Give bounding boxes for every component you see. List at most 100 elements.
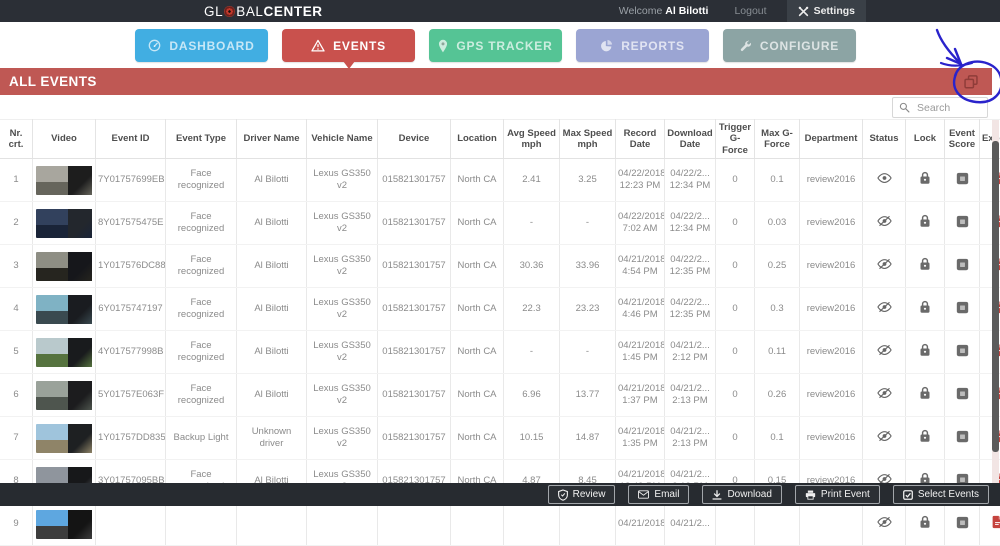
record-date-cell: 04/21/2018 4:54 PM <box>616 245 665 288</box>
max-speed-cell: 33.96 <box>560 245 616 288</box>
eye-off-icon[interactable] <box>877 387 892 399</box>
eye-icon[interactable] <box>877 172 892 184</box>
record-date-cell: 04/21/2018 4:46 PM <box>616 288 665 331</box>
table-row: 4 6Y0175747197Face recognizedAl BilottiL… <box>0 288 1000 331</box>
score-cell <box>945 331 980 374</box>
email-button[interactable]: Email <box>628 485 689 504</box>
status-cell <box>863 331 906 374</box>
device-cell: 015821301757 <box>378 374 451 417</box>
lock-icon[interactable] <box>919 515 931 529</box>
max-speed-cell: - <box>560 202 616 245</box>
search-box[interactable] <box>892 97 988 118</box>
lock-cell <box>906 245 945 288</box>
lock-icon[interactable] <box>919 257 931 271</box>
video-thumbnail[interactable] <box>36 338 93 367</box>
driver-cell: Al Bilotti <box>237 374 307 417</box>
tab-reports[interactable]: REPORTS <box>576 29 709 62</box>
print-event-button[interactable]: Print Event <box>795 485 880 504</box>
copy-export-icon[interactable] <box>964 75 978 89</box>
eye-off-icon[interactable] <box>877 430 892 442</box>
tab-events[interactable]: EVENTS <box>282 29 415 62</box>
driver-cell: Al Bilotti <box>237 202 307 245</box>
tab-dashboard[interactable]: DASHBOARD <box>135 29 268 62</box>
event-type-cell <box>166 503 237 546</box>
video-thumbnail[interactable] <box>36 252 93 281</box>
lock-icon[interactable] <box>919 429 931 443</box>
column-header: Event Score <box>945 120 980 159</box>
vehicle-cell: Lexus GS350 v2 <box>307 417 378 460</box>
event-id-cell: 8Y017575475E <box>96 202 166 245</box>
review-button[interactable]: Review <box>548 485 616 504</box>
vehicle-cell <box>307 503 378 546</box>
lock-cell <box>906 202 945 245</box>
eye-off-icon[interactable] <box>877 344 892 356</box>
max-speed-cell: 3.25 <box>560 159 616 202</box>
video-cell <box>33 202 96 245</box>
event-score-icon[interactable] <box>956 215 969 228</box>
vehicle-cell: Lexus GS350 v2 <box>307 288 378 331</box>
export-cell <box>980 503 1000 546</box>
tab-configure[interactable]: CONFIGURE <box>723 29 856 62</box>
eye-off-icon[interactable] <box>877 215 892 227</box>
lock-icon[interactable] <box>919 214 931 228</box>
video-thumbnail[interactable] <box>36 510 93 539</box>
dashcam-interior-frame <box>68 166 93 195</box>
eye-off-icon[interactable] <box>877 258 892 270</box>
event-score-icon[interactable] <box>956 387 969 400</box>
location-cell: North CA <box>451 417 504 460</box>
driver-cell: Al Bilotti <box>237 245 307 288</box>
table-row: 1 7Y01757699EBFace recognizedAl BilottiL… <box>0 159 1000 202</box>
event-id-cell <box>96 503 166 546</box>
event-score-icon[interactable] <box>956 430 969 443</box>
lock-icon[interactable] <box>919 300 931 314</box>
download-button[interactable]: Download <box>702 485 781 504</box>
scrollbar-thumb[interactable] <box>992 141 999 452</box>
tab-gps-tracker[interactable]: GPS TRACKER <box>429 29 562 62</box>
event-score-icon[interactable] <box>956 172 969 185</box>
pie-icon <box>600 39 613 52</box>
toolbar-button-label: Email <box>654 489 679 500</box>
record-date-cell: 04/21/2018 <box>616 503 665 546</box>
video-thumbnail[interactable] <box>36 381 93 410</box>
nr-cell: 2 <box>0 202 33 245</box>
event-score-icon[interactable] <box>956 301 969 314</box>
vehicle-cell: Lexus GS350 v2 <box>307 202 378 245</box>
video-cell <box>33 503 96 546</box>
lock-icon[interactable] <box>919 343 931 357</box>
device-cell: 015821301757 <box>378 159 451 202</box>
toolbar-button-label: Review <box>573 489 606 500</box>
select-events-button[interactable]: Select Events <box>893 485 989 504</box>
department-cell: review2016 <box>800 288 863 331</box>
eye-off-icon[interactable] <box>877 301 892 313</box>
column-header: Status <box>863 120 906 159</box>
tab-label: GPS TRACKER <box>456 39 552 53</box>
lock-icon[interactable] <box>919 386 931 400</box>
event-type-cell: Face recognized <box>166 374 237 417</box>
event-score-icon[interactable] <box>956 344 969 357</box>
max-g-cell: 0.1 <box>755 417 800 460</box>
eye-off-icon[interactable] <box>877 516 892 528</box>
column-header: Driver Name <box>237 120 307 159</box>
video-cell <box>33 245 96 288</box>
event-score-icon[interactable] <box>956 258 969 271</box>
vehicle-cell: Lexus GS350 v2 <box>307 331 378 374</box>
max-speed-cell: - <box>560 331 616 374</box>
lock-cell <box>906 288 945 331</box>
column-header: Video <box>33 120 96 159</box>
video-thumbnail[interactable] <box>36 166 93 195</box>
video-thumbnail[interactable] <box>36 295 93 324</box>
logout-link[interactable]: Logout <box>734 5 766 17</box>
lock-cell <box>906 331 945 374</box>
video-thumbnail[interactable] <box>36 209 93 238</box>
settings-button[interactable]: Settings <box>787 0 866 22</box>
wrench-icon <box>740 40 752 52</box>
search-input[interactable] <box>915 101 981 115</box>
event-score-icon[interactable] <box>956 516 969 529</box>
table-row: 3 1Y017576DC88Face recognizedAl BilottiL… <box>0 245 1000 288</box>
video-thumbnail[interactable] <box>36 424 93 453</box>
pdf-file-icon[interactable] <box>992 515 1000 529</box>
lock-icon[interactable] <box>919 171 931 185</box>
welcome-text: Welcome Al Bilotti <box>619 5 709 17</box>
driver-cell: Al Bilotti <box>237 159 307 202</box>
record-date-cell: 04/21/2018 1:37 PM <box>616 374 665 417</box>
